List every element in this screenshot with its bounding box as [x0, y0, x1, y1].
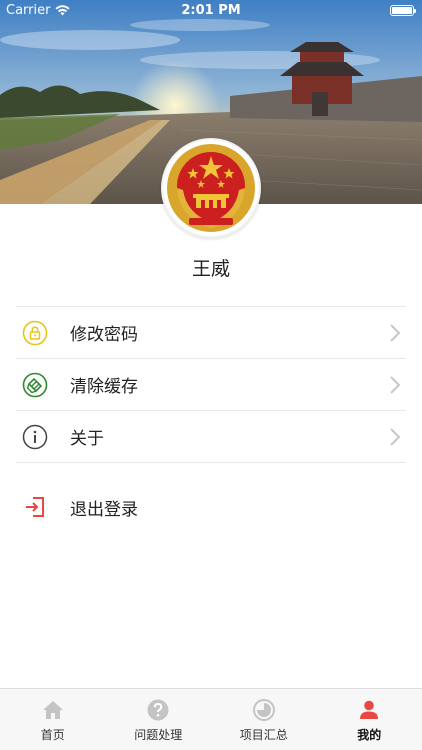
tab-bar: 首页 问题处理 项目汇总 我的 [0, 688, 422, 750]
lock-icon [22, 320, 48, 346]
menu-item-label: 关于 [70, 429, 104, 449]
question-icon [147, 699, 169, 721]
tab-label: 首页 [40, 728, 65, 742]
user-icon [358, 699, 380, 721]
status-bar: Carrier 2:01 PM [0, 0, 422, 22]
summary-icon [252, 699, 275, 721]
tab-label: 项目汇总 [239, 728, 288, 742]
chevron-right-icon [390, 376, 400, 394]
chevron-right-icon [390, 428, 400, 446]
menu-item-label: 修改密码 [70, 325, 138, 345]
menu-item-clear-cache[interactable]: 清除缓存 [16, 359, 406, 411]
chevron-right-icon [390, 324, 400, 342]
tab-label: 我的 [357, 728, 382, 742]
logout-icon [22, 494, 48, 520]
tab-issue-handling[interactable]: 问题处理 [106, 689, 212, 750]
menu-item-about[interactable]: 关于 [16, 411, 406, 463]
logout-label: 退出登录 [70, 499, 138, 520]
tab-home[interactable]: 首页 [0, 689, 106, 750]
settings-menu: 修改密码 清除缓存 关于 [16, 306, 406, 463]
info-icon [22, 424, 48, 450]
menu-item-change-password[interactable]: 修改密码 [16, 307, 406, 359]
tab-project-summary[interactable]: 项目汇总 [211, 689, 317, 750]
user-name: 王威 [191, 258, 230, 280]
clear-cache-icon [22, 372, 48, 398]
status-time: 2:01 PM [181, 3, 241, 18]
emblem-icon [167, 144, 255, 232]
battery-icon [390, 5, 416, 16]
tab-label: 问题处理 [134, 728, 183, 742]
logout-button[interactable]: 退出登录 [16, 481, 406, 533]
tab-mine[interactable]: 我的 [317, 689, 422, 750]
home-icon [42, 699, 64, 721]
menu-item-label: 清除缓存 [70, 377, 138, 397]
avatar[interactable] [161, 138, 261, 238]
